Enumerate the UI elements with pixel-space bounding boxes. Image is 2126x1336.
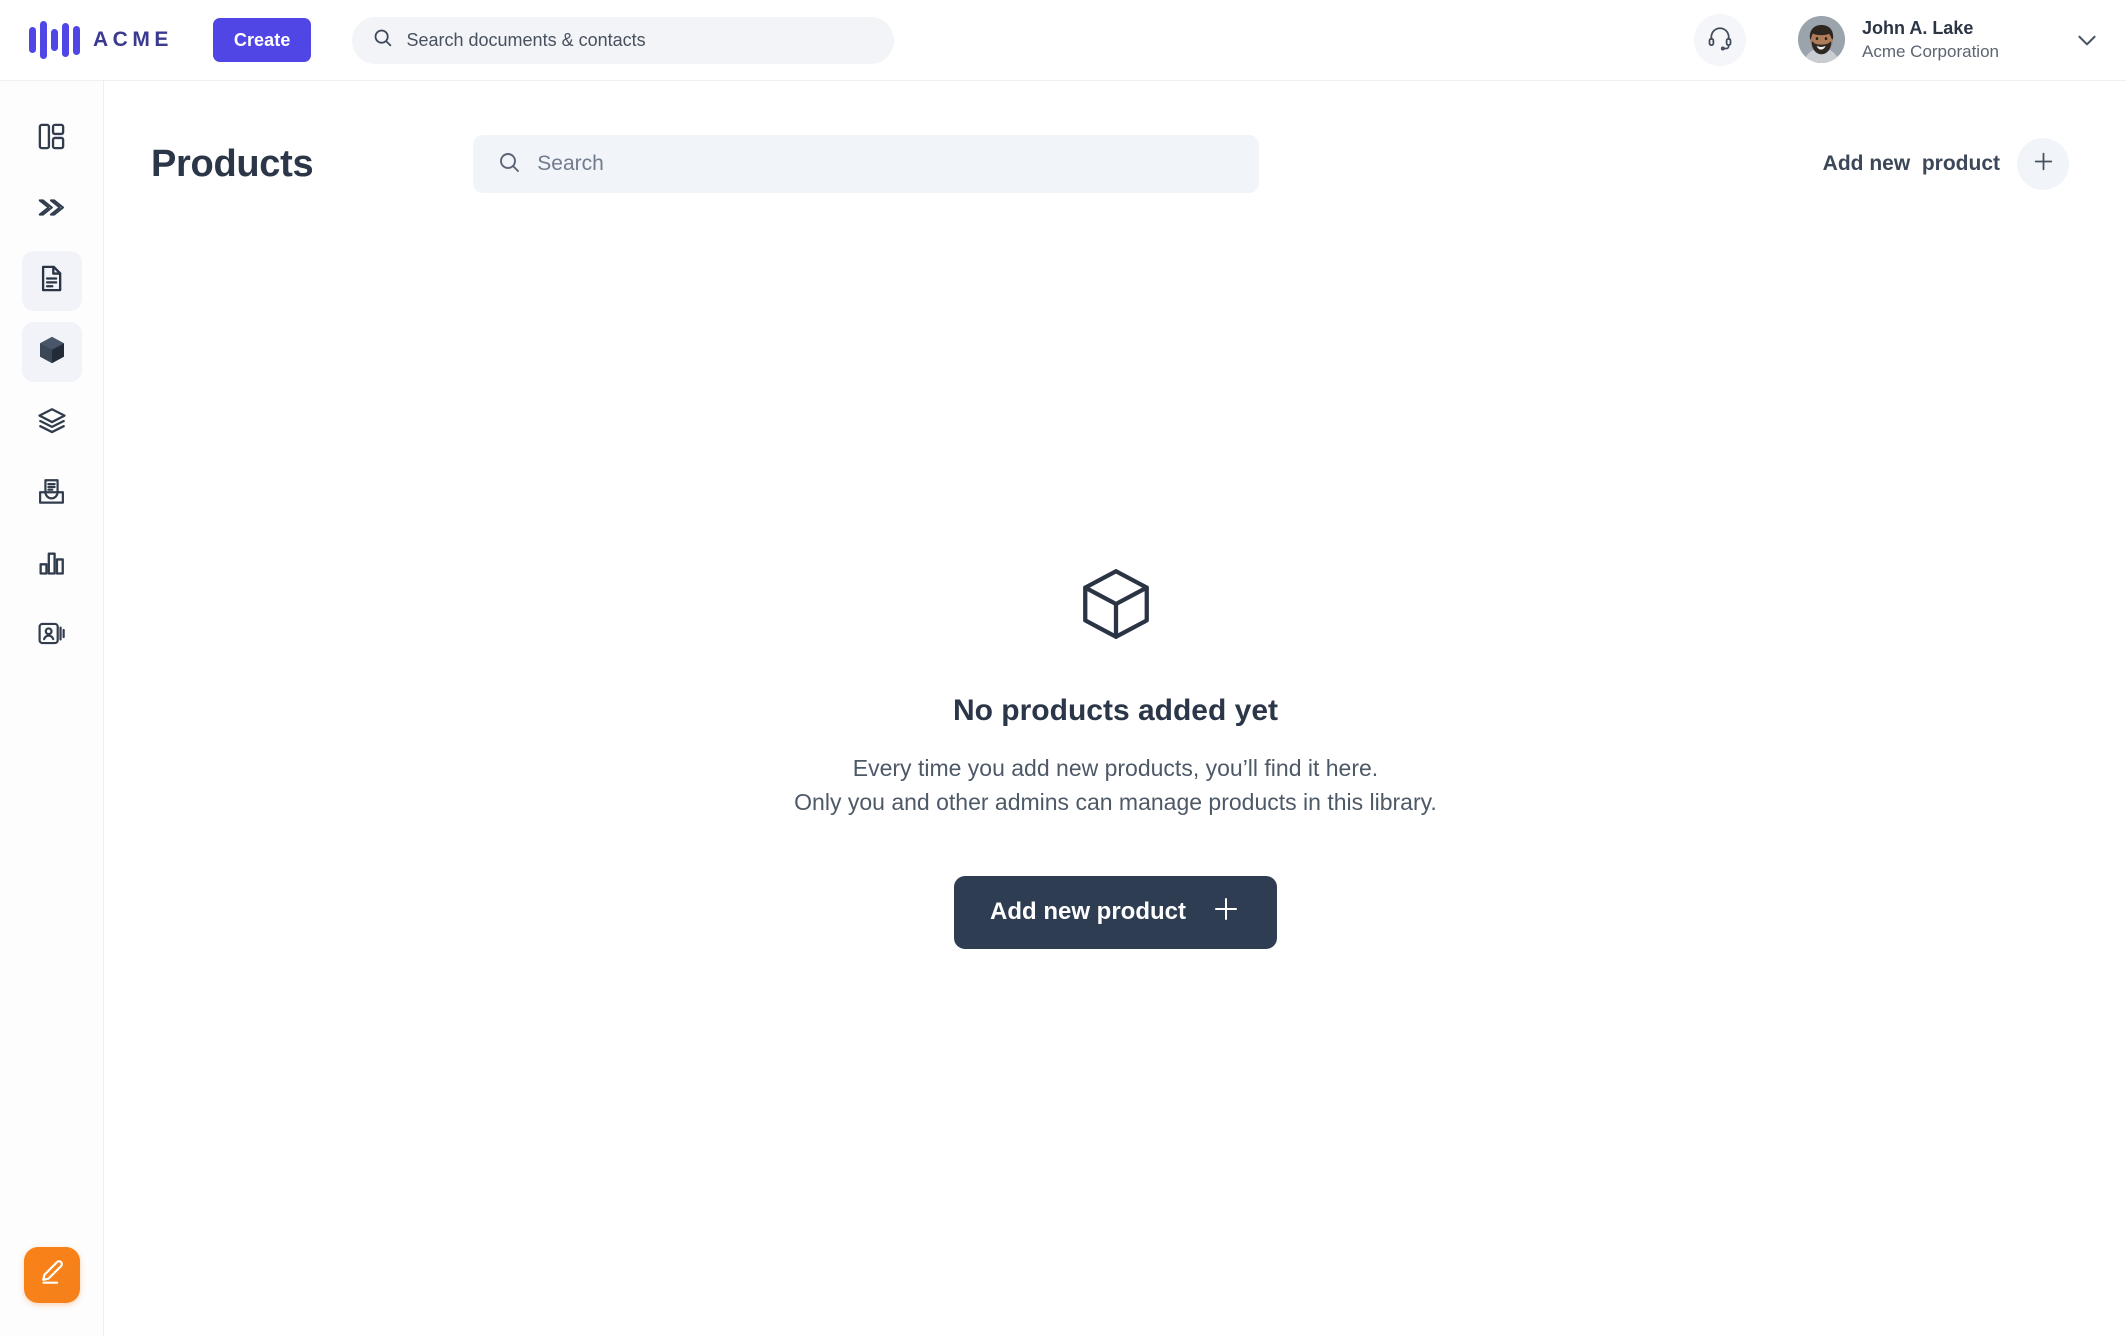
empty-state: No products added yet Every time you add… [105, 563, 2126, 949]
search-icon [497, 150, 521, 179]
sidebar-item-products[interactable] [21, 322, 82, 382]
sidebar-item-inbox[interactable] [22, 464, 82, 524]
cube-outline-icon [1075, 563, 1157, 650]
layers-icon [36, 405, 68, 442]
user-menu[interactable]: John A. Lake Acme Corporation [1797, 16, 2100, 64]
add-new-product-round-button[interactable] [2017, 138, 2069, 190]
plus-icon [1211, 894, 1241, 931]
empty-state-line-1: Every time you add new products, you’ll … [852, 755, 1379, 781]
global-search[interactable] [352, 16, 895, 64]
topbar-right-cluster: John A. Lake Acme Corporation [1693, 14, 2126, 66]
products-search-input[interactable] [537, 152, 1236, 176]
acme-bars-icon [29, 21, 80, 59]
contact-card-icon [36, 618, 67, 654]
pencil-edit-icon [37, 1258, 66, 1292]
compose-button[interactable] [23, 1247, 80, 1303]
add-new-product-button-label: Add new product [990, 898, 1186, 926]
brand-logo[interactable]: ACME [29, 21, 173, 59]
empty-state-line-2: Only you and other admins can manage pro… [794, 788, 1437, 815]
bar-chart-icon [36, 547, 67, 583]
user-name: John A. Lake [1861, 18, 1974, 39]
sidebar-item-contacts[interactable] [22, 606, 82, 666]
add-new-product-link[interactable]: Add new product [1823, 138, 2069, 190]
sidebar-item-documents[interactable] [21, 251, 82, 311]
chevrons-right-icon [35, 191, 68, 229]
chevron-down-icon[interactable] [2074, 27, 2100, 53]
layout-dashboard-icon [36, 121, 67, 157]
add-new-product-button[interactable]: Add new product [954, 875, 1277, 949]
plus-icon [2031, 149, 2056, 179]
headset-icon [1707, 25, 1733, 56]
inbox-document-icon [36, 476, 67, 512]
empty-state-title: No products added yet [952, 694, 1279, 727]
avatar [1797, 16, 1845, 64]
products-search[interactable] [473, 135, 1260, 193]
support-button[interactable] [1693, 14, 1746, 66]
create-button[interactable]: Create [212, 18, 312, 62]
main-content: Products Add new product [105, 81, 2126, 1336]
user-organization: Acme Corporation [1861, 41, 1999, 61]
add-new-product-label: Add new product [1822, 152, 2000, 175]
sidebar-item-templates[interactable] [22, 393, 82, 453]
sidebar-item-reports[interactable] [22, 535, 82, 595]
sidebar-item-dashboard[interactable] [22, 109, 82, 169]
document-icon [36, 263, 67, 299]
global-search-input[interactable] [406, 29, 875, 51]
sidebar [0, 81, 104, 1336]
sidebar-item-pipelines[interactable] [22, 180, 82, 240]
user-identity: John A. Lake Acme Corporation [1862, 16, 1999, 63]
page-title: Products [151, 142, 314, 185]
brand-name: ACME [93, 28, 173, 51]
page-header: Products Add new product [105, 110, 2126, 218]
empty-state-description: Every time you add new products, you’ll … [794, 752, 1437, 820]
top-bar: ACME Create Search documents & contacts … [0, 0, 2126, 81]
cube-filled-icon [36, 334, 68, 371]
search-icon [372, 27, 393, 53]
